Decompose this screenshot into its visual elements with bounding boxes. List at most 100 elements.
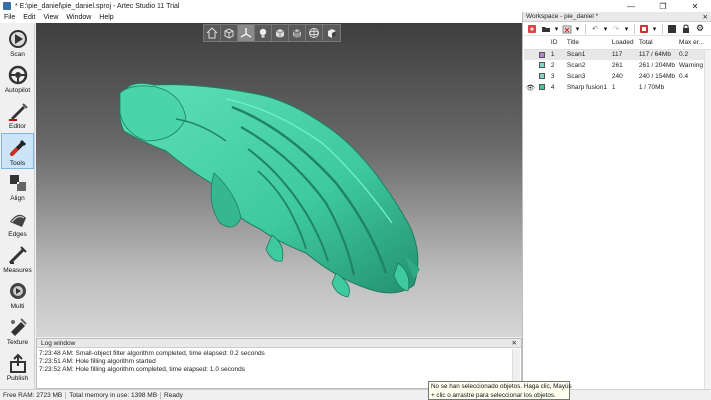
visibility-toggle[interactable] [524, 71, 537, 82]
tool-edges[interactable]: Edges [1, 205, 34, 241]
chevron-down-icon[interactable]: ▾ [554, 23, 559, 34]
layers-icon[interactable] [666, 23, 678, 34]
tool-tools[interactable]: Tools [1, 133, 34, 169]
workspace-panel: Workspace - pie_daniel * ✕ ▾ ▾ ↶ ▾ ↷ ▾ ▾… [522, 12, 711, 389]
row-loaded: 240 [611, 73, 623, 80]
color-swatch[interactable] [538, 51, 545, 58]
total-memory: Total memory in use: 1398 MB [66, 391, 162, 399]
col-max-error[interactable]: Max er... [677, 36, 711, 50]
tool-label: Tools [9, 160, 26, 167]
align-icon [9, 175, 26, 191]
visibility-toggle[interactable] [524, 60, 537, 71]
row-loaded: 261 [611, 62, 623, 69]
chevron-down-icon[interactable]: ▾ [603, 23, 608, 34]
maximize-button[interactable]: ❐ [647, 0, 679, 12]
row-id: 4 [550, 84, 555, 91]
visibility-toggle[interactable] [524, 49, 537, 60]
tool-align[interactable]: Align [1, 169, 34, 205]
workspace-scrollbar[interactable] [704, 50, 711, 389]
undo-icon[interactable]: ↶ [589, 23, 601, 34]
editor-icon [8, 103, 28, 121]
folder-icon[interactable] [540, 23, 552, 34]
workspace-title: Workspace - pie_daniel * [526, 13, 599, 20]
log-line: 7:23:48 AM: Small-object filter algorith… [39, 350, 265, 357]
status-bar: Free RAM: 2723 MB Total memory in use: 1… [0, 389, 711, 400]
3d-viewport[interactable] [36, 23, 522, 337]
menu-file[interactable]: File [0, 14, 19, 21]
lock-icon[interactable] [680, 23, 692, 34]
visibility-toggle[interactable]: 👁 [524, 82, 537, 93]
chevron-down-icon[interactable]: ▾ [575, 23, 580, 34]
close-button[interactable]: ✕ [679, 0, 711, 12]
tool-label: Scan [10, 51, 25, 58]
redo-icon[interactable]: ↷ [610, 23, 622, 34]
status-text: Ready [164, 391, 183, 399]
menu-view[interactable]: View [39, 14, 62, 21]
tool-label: Edges [8, 231, 27, 238]
tool-label: Editor [9, 123, 26, 130]
log-close-button[interactable]: ✕ [512, 339, 517, 347]
color-swatch[interactable] [538, 62, 545, 69]
minimize-button[interactable]: — [615, 0, 647, 12]
scan-icon [8, 30, 27, 48]
menu-window[interactable]: Window [62, 14, 95, 21]
table-row[interactable]: 1 Scan1 117 117 / 64Mb 0.2 [524, 49, 711, 60]
log-title: Log window [41, 339, 76, 347]
log-line: 7:23:52 AM: Hole filling algorithm compl… [39, 366, 245, 373]
chevron-down-icon[interactable]: ▾ [624, 23, 629, 34]
measures-icon [8, 246, 27, 265]
tooltip-line: No se han seleccionado objetos. Haga cli… [431, 383, 572, 390]
tool-label: Multi [10, 303, 25, 310]
tooltip: No se han seleccionado objetos. Haga cli… [428, 381, 572, 400]
gear-icon[interactable]: ⚙ [694, 23, 706, 34]
add-object-icon[interactable] [526, 23, 538, 34]
table-row[interactable]: 👁 4 Sharp fusion1 1 1 / 70Mb [524, 82, 711, 93]
tools-icon [9, 139, 26, 156]
tool-multi[interactable]: Multi [1, 277, 34, 313]
autopilot-icon [8, 65, 27, 85]
log-header: Log window ✕ [37, 339, 521, 348]
workspace-toolbar: ▾ ▾ ↶ ▾ ↷ ▾ ▾ ⚙ [523, 22, 711, 36]
col-title[interactable]: Title [564, 36, 610, 50]
menu-bar: File Edit View Window Help [0, 12, 522, 23]
menu-help[interactable]: Help [95, 14, 117, 21]
row-id: 1 [548, 49, 565, 60]
tool-texture[interactable]: Texture [1, 313, 34, 349]
row-title: Scan1 [564, 49, 610, 60]
tool-scan[interactable]: Scan [1, 25, 34, 61]
tool-measures[interactable]: Measures [1, 241, 34, 277]
menu-edit[interactable]: Edit [19, 14, 39, 21]
delete-icon[interactable] [561, 23, 573, 34]
tool-label: Autopilot [4, 87, 31, 94]
row-loaded: 117 [609, 49, 637, 60]
row-title: Scan2 [566, 62, 586, 69]
texture-icon [10, 318, 27, 336]
chevron-down-icon[interactable]: ▾ [652, 23, 657, 34]
color-swatch[interactable] [538, 84, 545, 91]
workspace-close-button[interactable]: ✕ [703, 13, 708, 21]
row-id: 2 [550, 62, 555, 69]
tool-autopilot[interactable]: Autopilot [1, 61, 34, 97]
row-total: 240 / 154Mb [638, 73, 676, 80]
table-row[interactable]: 2 Scan2 261 261 / 204Mb Warning [524, 60, 711, 71]
row-total: 117 / 64Mb [636, 49, 678, 60]
workspace-header: Workspace - pie_daniel * ✕ [523, 12, 711, 22]
col-id[interactable]: ID [548, 36, 565, 50]
color-swatch[interactable] [538, 73, 545, 80]
window-title: * E:\pie_daniel\pie_daniel.sproj - Artec… [15, 2, 180, 10]
row-total: 261 / 204Mb [638, 62, 676, 69]
tool-editor[interactable]: Editor [1, 97, 34, 133]
foot-model [119, 82, 420, 298]
table-row[interactable]: 3 Scan3 240 240 / 154Mb 0.4 [524, 71, 711, 82]
object-color-icon[interactable] [638, 23, 650, 34]
col-visibility [524, 36, 537, 50]
edges-icon [9, 214, 26, 227]
tool-publish[interactable]: Publish [1, 349, 34, 385]
eye-icon[interactable]: 👁 [526, 85, 535, 92]
tooltip-line: + clic o arrastre para seleccionar los o… [431, 391, 556, 399]
col-loaded[interactable]: Loaded [609, 36, 637, 50]
row-total: 1 / 70Mb [638, 84, 665, 91]
col-total[interactable]: Total [636, 36, 678, 50]
free-ram: Free RAM: 2723 MB [0, 391, 67, 399]
app-icon [3, 2, 11, 10]
